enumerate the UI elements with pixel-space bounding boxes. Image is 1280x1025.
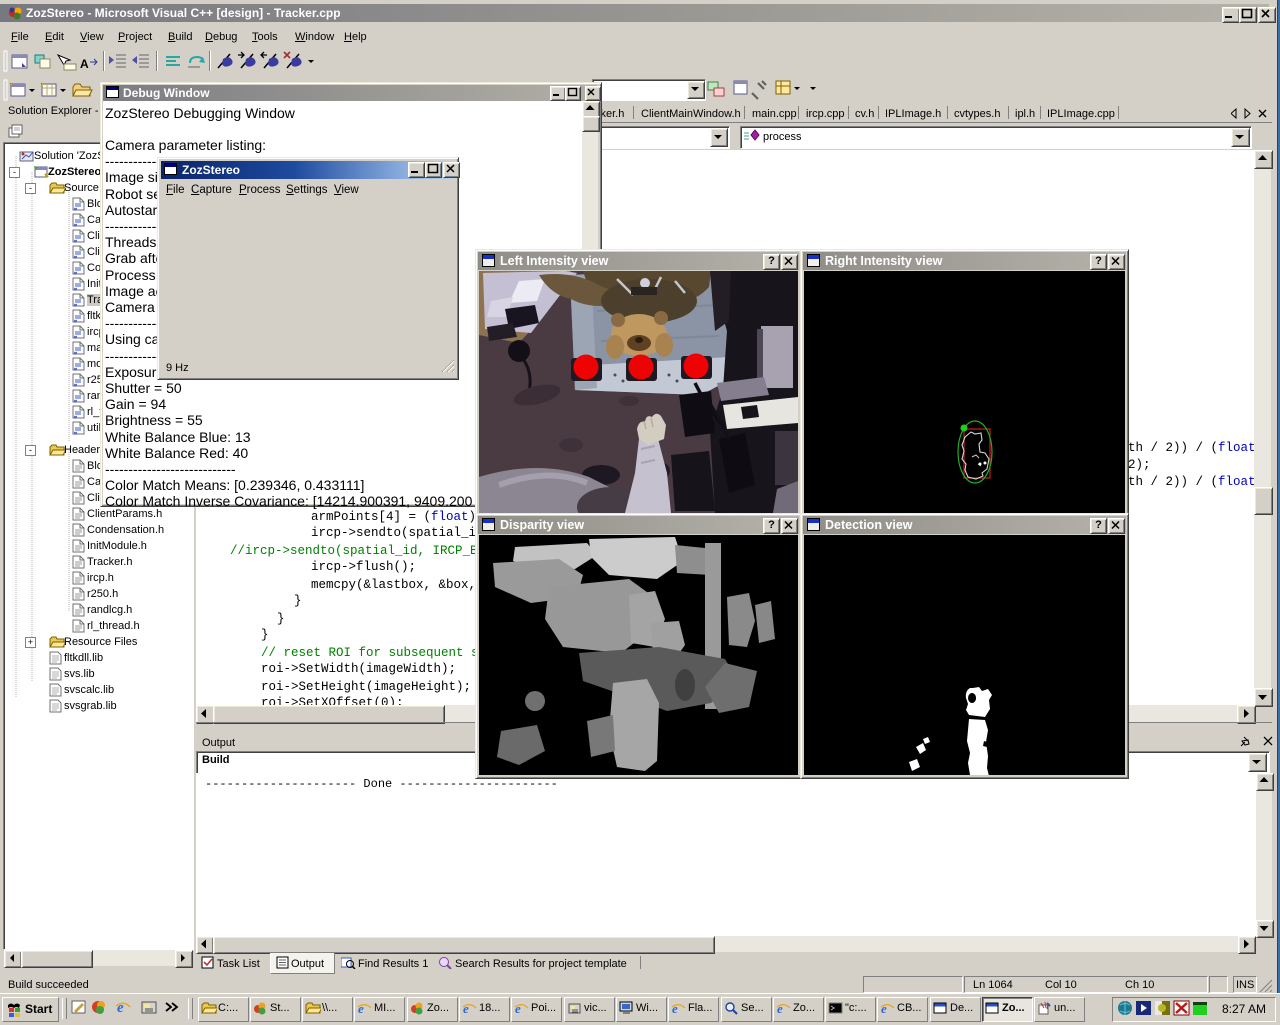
svg-text:e: e [672, 1001, 678, 1016]
svg-text:e: e [515, 1001, 521, 1016]
svg-text:e: e [358, 1001, 364, 1016]
svg-text:e: e [463, 1001, 469, 1016]
svg-text:A: A [80, 57, 89, 71]
svg-text:e: e [117, 1000, 124, 1016]
svg-text:e: e [881, 1001, 887, 1016]
svg-text:e: e [777, 1001, 783, 1016]
